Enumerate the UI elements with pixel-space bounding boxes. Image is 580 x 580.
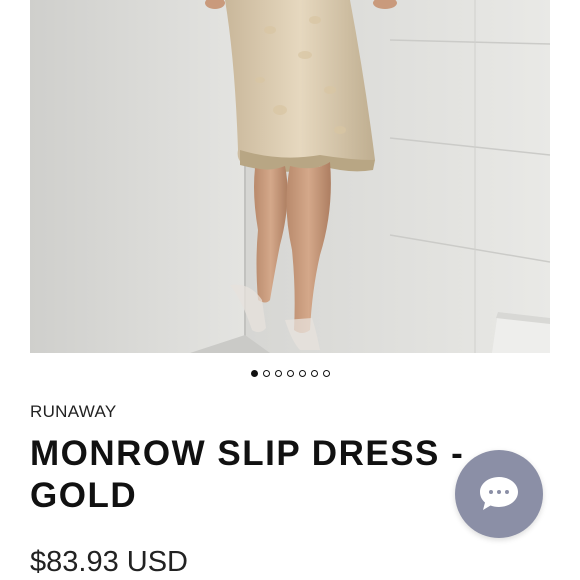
chat-bubble-icon bbox=[480, 477, 518, 510]
carousel-indicator bbox=[0, 370, 580, 377]
product-photo bbox=[30, 0, 550, 353]
carousel-dot[interactable] bbox=[262, 370, 270, 377]
carousel-dot[interactable] bbox=[310, 370, 318, 377]
carousel-dot[interactable] bbox=[274, 370, 282, 377]
product-brand[interactable]: RUNAWAY bbox=[30, 402, 116, 422]
product-page: RUNAWAY MONROW SLIP DRESS - GOLD $83.93 … bbox=[0, 0, 580, 580]
product-image[interactable] bbox=[30, 0, 550, 353]
carousel-dot[interactable] bbox=[286, 370, 294, 377]
chat-button[interactable] bbox=[455, 450, 543, 538]
carousel-dot[interactable] bbox=[298, 370, 306, 377]
carousel-dot[interactable] bbox=[322, 370, 330, 377]
product-title: MONROW SLIP DRESS - GOLD bbox=[30, 434, 465, 515]
carousel-dot[interactable] bbox=[250, 370, 258, 377]
product-price: $83.93 USD bbox=[30, 546, 188, 578]
